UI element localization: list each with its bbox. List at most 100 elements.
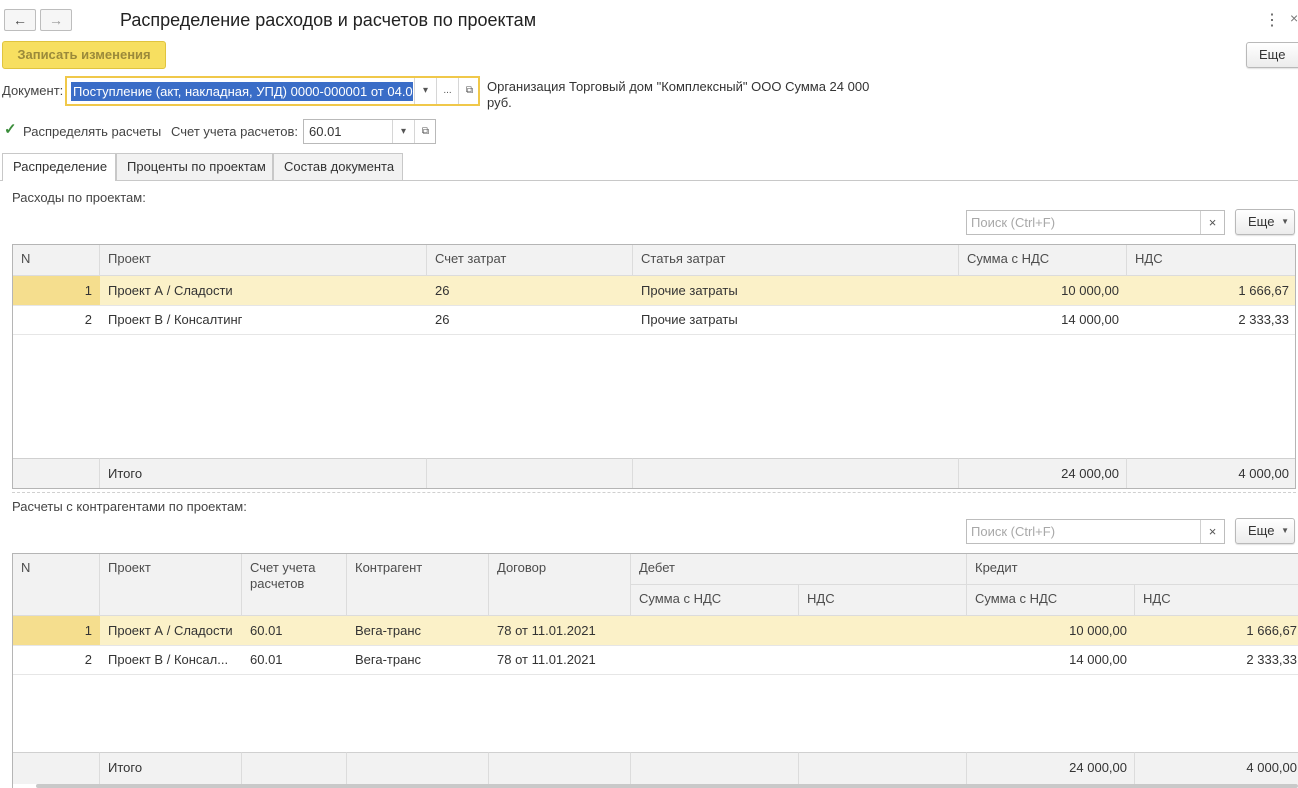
close-icon[interactable]: ×: [1290, 10, 1298, 26]
row-number: 2: [84, 312, 92, 327]
row-counterparty[interactable]: Вега-транс: [347, 616, 489, 645]
document-field[interactable]: Поступление (акт, накладная, УПД) 0000-0…: [65, 76, 480, 106]
row-cost-item[interactable]: Прочие затраты: [633, 276, 959, 305]
column-header-n[interactable]: N: [13, 245, 100, 276]
row-debit-sum[interactable]: [631, 616, 799, 645]
settlements-more-button[interactable]: Еще ▼: [1235, 518, 1295, 544]
clear-search-icon[interactable]: ×: [1200, 211, 1224, 234]
footer-cell: [242, 752, 347, 784]
row-contract[interactable]: 78 от 11.01.2021: [489, 616, 631, 645]
column-header-contract[interactable]: Договор: [489, 554, 631, 616]
footer-cell: [13, 458, 100, 488]
footer-cell: [427, 458, 633, 488]
search-placeholder: Поиск (Ctrl+F): [971, 524, 1056, 539]
column-header-project[interactable]: Проект: [100, 554, 242, 616]
row-project[interactable]: Проект В / Консалтинг: [100, 305, 427, 334]
more-actions-icon[interactable]: ⋮: [1264, 10, 1280, 30]
forward-button[interactable]: →: [40, 9, 72, 31]
settlement-account-label: Счет учета расчетов:: [171, 124, 299, 139]
expenses-search-input[interactable]: Поиск (Ctrl+F) ×: [966, 210, 1225, 235]
document-label: Документ:: [2, 83, 64, 98]
settlements-table[interactable]: N Проект Счет учета расчетов Контрагент …: [12, 553, 1298, 788]
row-credit-vat[interactable]: 2 333,33: [1135, 645, 1298, 674]
row-debit-vat[interactable]: [799, 616, 967, 645]
row-credit-sum[interactable]: 14 000,00: [967, 645, 1135, 674]
column-header-debit-vat[interactable]: НДС: [799, 585, 967, 616]
settlements-more-label: Еще: [1248, 523, 1275, 538]
arrow-right-icon: →: [49, 12, 63, 28]
total-credit-vat: 4 000,00: [1246, 760, 1297, 775]
column-header-cost-item[interactable]: Статья затрат: [633, 245, 959, 276]
distribute-settlements-checkbox[interactable]: ✓: [4, 121, 18, 138]
search-placeholder: Поиск (Ctrl+F): [971, 215, 1056, 230]
clear-search-icon[interactable]: ×: [1200, 520, 1224, 543]
column-header-credit-sum[interactable]: Сумма с НДС: [967, 585, 1135, 616]
select-icon[interactable]: ...: [436, 78, 458, 104]
settlement-account-field[interactable]: 60.01 ▾ ⧉: [303, 119, 436, 144]
column-header-cost-account[interactable]: Счет затрат: [427, 245, 633, 276]
total-label: Итого: [108, 466, 143, 481]
settlements-search-input[interactable]: Поиск (Ctrl+F) ×: [966, 519, 1225, 544]
total-sum: 24 000,00: [1061, 466, 1119, 481]
arrow-left-icon: ←: [13, 12, 27, 28]
footer-cell: [13, 752, 100, 784]
organization-info: Организация Торговый дом "Комплексный" О…: [487, 79, 870, 110]
form-more-button[interactable]: Еще: [1246, 42, 1298, 68]
row-credit-sum[interactable]: 10 000,00: [967, 616, 1135, 645]
row-sum[interactable]: 14 000,00: [959, 305, 1127, 334]
expenses-more-label: Еще: [1248, 214, 1275, 229]
tab-distribution[interactable]: Распределение: [2, 153, 116, 181]
column-header-counterparty[interactable]: Контрагент: [347, 554, 489, 616]
row-number: 1: [84, 623, 92, 638]
row-debit-vat[interactable]: [799, 645, 967, 674]
row-vat[interactable]: 2 333,33: [1127, 305, 1295, 334]
row-project[interactable]: Проект А / Сладости: [100, 616, 242, 645]
column-header-n[interactable]: N: [13, 554, 100, 616]
row-number: 2: [84, 652, 92, 667]
tab-project-percents[interactable]: Проценты по проектам: [116, 153, 273, 181]
expenses-table[interactable]: N Проект Счет затрат Статья затрат Сумма…: [12, 244, 1296, 489]
column-header-debit-sum[interactable]: Сумма с НДС: [631, 585, 799, 616]
column-header-credit-vat[interactable]: НДС: [1135, 585, 1298, 616]
row-divider: [13, 334, 1295, 335]
row-project[interactable]: Проект А / Сладости: [100, 276, 427, 305]
expenses-section-label: Расходы по проектам:: [12, 190, 146, 205]
row-counterparty[interactable]: Вега-транс: [347, 645, 489, 674]
row-settlement-account[interactable]: 60.01: [242, 616, 347, 645]
row-settlement-account[interactable]: 60.01: [242, 645, 347, 674]
column-group-debit: Дебет: [631, 554, 967, 585]
dropdown-icon[interactable]: ▾: [414, 78, 436, 104]
open-icon[interactable]: ⧉: [458, 78, 480, 104]
settlements-section-label: Расчеты с контрагентами по проектам:: [12, 499, 247, 514]
row-credit-vat[interactable]: 1 666,67: [1135, 616, 1298, 645]
column-header-sum-vat[interactable]: Сумма с НДС: [959, 245, 1127, 276]
row-cost-account[interactable]: 26: [427, 276, 633, 305]
row-sum[interactable]: 10 000,00: [959, 276, 1127, 305]
back-button[interactable]: ←: [4, 9, 36, 31]
column-header-settlement-account[interactable]: Счет учета расчетов: [242, 554, 347, 616]
row-contract[interactable]: 78 от 11.01.2021: [489, 645, 631, 674]
open-icon[interactable]: ⧉: [414, 120, 436, 143]
row-cost-account[interactable]: 26: [427, 305, 633, 334]
column-header-project[interactable]: Проект: [100, 245, 427, 276]
horizontal-scrollbar[interactable]: [36, 784, 1298, 788]
row-debit-sum[interactable]: [631, 645, 799, 674]
checkmark-icon: ✓: [4, 121, 17, 138]
settlement-account-value: 60.01: [309, 124, 342, 139]
document-value: Поступление (акт, накладная, УПД) 0000-0…: [71, 82, 413, 101]
tab-document-contents[interactable]: Состав документа: [273, 153, 403, 181]
chevron-down-icon: ▼: [1281, 217, 1289, 226]
chevron-down-icon: ▼: [1281, 526, 1289, 535]
row-project[interactable]: Проект В / Консал...: [100, 645, 242, 674]
save-changes-button[interactable]: Записать изменения: [2, 41, 166, 69]
dropdown-icon[interactable]: ▾: [392, 120, 414, 143]
column-group-credit: Кредит: [967, 554, 1298, 585]
expenses-more-button[interactable]: Еще ▼: [1235, 209, 1295, 235]
row-cost-item[interactable]: Прочие затраты: [633, 305, 959, 334]
row-vat[interactable]: 1 666,67: [1127, 276, 1295, 305]
form-more-label: Еще: [1259, 47, 1286, 62]
footer-cell: [631, 752, 799, 784]
section-splitter[interactable]: [12, 492, 1296, 493]
column-header-vat[interactable]: НДС: [1127, 245, 1295, 276]
total-vat: 4 000,00: [1238, 466, 1289, 481]
